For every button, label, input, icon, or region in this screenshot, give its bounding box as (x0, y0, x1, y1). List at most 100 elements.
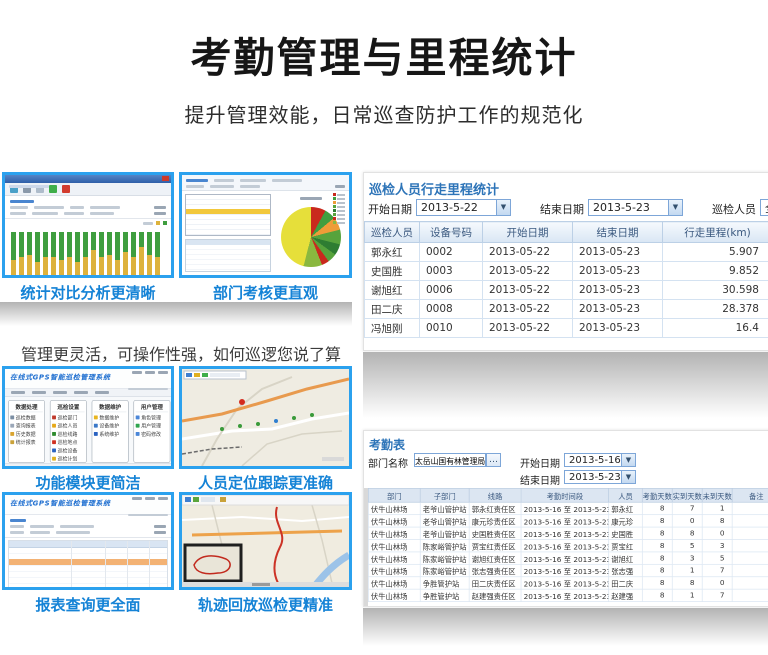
module-item-label: 角色管理 (141, 414, 161, 421)
table-row[interactable]: 谢旭红00062013-05-222013-05-2330.598 (365, 281, 768, 300)
dept-browse-button[interactable]: … (486, 453, 501, 467)
highlighted-row[interactable] (186, 209, 270, 214)
legend-entry (333, 205, 347, 208)
page-subtitle: 提升管理效能，日常巡查防护工作的规范化 (0, 99, 768, 128)
module-item[interactable]: 密码修改 (136, 430, 168, 437)
bar (19, 232, 24, 278)
attendance-table: 部门子部门线路考勤时间段人员考勤天数实到天数未到天数备注 伏牛山林场老爷山管护站… (368, 488, 768, 602)
bar (107, 232, 112, 278)
bar (27, 232, 32, 278)
column-header: 考勤时间段 (521, 488, 609, 502)
module-item-icon (136, 424, 140, 428)
module-item-label: 巡检线路 (58, 430, 78, 437)
chevron-down-icon[interactable]: ▼ (496, 200, 510, 215)
close-icon (162, 176, 169, 181)
module-item-icon (52, 424, 56, 428)
chevron-down-icon[interactable]: ▼ (621, 454, 635, 466)
stacked-bar-chart (11, 229, 165, 278)
table-row[interactable]: 伏牛山林场争胜管护站田二庆责任区2013-5-16 至 2013-5-23田二庆… (368, 577, 768, 589)
table-row[interactable]: 伏牛山林场陈家峪管护站贾宝红责任区2013-5-16 至 2013-5-23贾宝… (368, 540, 768, 552)
module-item[interactable]: 系统维护 (94, 430, 126, 437)
dept-name-input[interactable]: 太岳山国有林管理局 (414, 453, 486, 467)
module-item[interactable]: 设备维护 (94, 422, 126, 429)
module-item-icon (10, 432, 14, 436)
column-header: 未到天数 (702, 488, 732, 502)
module-item[interactable]: 巡检线路 (52, 430, 84, 437)
bar (35, 232, 40, 278)
module-item[interactable]: 巡检人员 (52, 422, 84, 429)
module-item-label: 密码修改 (141, 430, 161, 437)
column-header: 部门 (368, 488, 420, 502)
filter-area (5, 196, 171, 219)
dept-mini-table (185, 239, 271, 272)
caption-stats: 统计对比分析更清晰 (2, 282, 174, 303)
pie-legend (333, 193, 347, 225)
highlighted-row[interactable] (9, 559, 167, 565)
chevron-down-icon[interactable]: ▼ (621, 471, 635, 483)
module-item-label: 巡检设备 (58, 447, 78, 454)
shadow (363, 352, 768, 418)
start-date-label: 开始日期 (520, 455, 560, 470)
module-item-icon (94, 424, 98, 428)
titlebar-links (132, 371, 168, 374)
module-item[interactable]: 巡检地点 (52, 439, 84, 446)
table-row[interactable]: 伏牛山林场陈家峪管护站谢旭红责任区2013-5-16 至 2013-5-23谢旭… (368, 552, 768, 564)
mileage-title: 巡检人员行走里程统计 (369, 179, 499, 198)
module-item-icon (52, 449, 56, 453)
end-date-select[interactable]: 2013-5-23 ▼ (564, 470, 636, 484)
dept-dropdown-list[interactable] (185, 194, 271, 236)
legend-entry (333, 217, 347, 220)
module-item[interactable]: 巡检数据 (10, 414, 42, 421)
module-item[interactable]: 统计报表 (10, 439, 42, 446)
caption-playback: 轨迹回放巡检更精准 (179, 594, 352, 615)
module-item-label: 巡检地点 (58, 439, 78, 446)
toolbar-icon (62, 185, 70, 193)
chevron-down-icon[interactable]: ▼ (668, 200, 682, 215)
module-item[interactable]: 巡检部门 (52, 414, 84, 421)
module-item-label: 统计报表 (16, 439, 36, 446)
module-item[interactable]: 数据维护 (94, 414, 126, 421)
module-item[interactable]: 查询报表 (10, 422, 42, 429)
legend-entry (333, 197, 347, 200)
screenshot-modules: 在线式GPS智能巡检管理系统 数据处理巡检数据查询报表历史数据统计报表巡检设置巡… (2, 366, 174, 469)
legend-entry (333, 201, 347, 204)
module-item-icon (136, 432, 140, 436)
end-date-label: 结束日期 (520, 472, 560, 487)
module-item[interactable]: 巡检计划 (52, 455, 84, 462)
playback-map (182, 495, 349, 587)
end-date-select[interactable]: 2013-5-23 ▼ (588, 199, 683, 216)
table-row[interactable]: 伏牛山林场老爷山管护站郭永红责任区2013-5-16 至 2013-5-23郭永… (368, 502, 768, 514)
module-item-label: 数据维护 (99, 414, 119, 421)
module-item-label: 查询报表 (16, 422, 36, 429)
bar (67, 232, 72, 278)
screenshot-dept-pie (179, 172, 352, 278)
person-select[interactable]: 全部 (760, 199, 768, 216)
module-item-icon (52, 440, 56, 444)
page-title: 考勤管理与里程统计 (0, 24, 768, 84)
module-item[interactable]: 历史数据 (10, 430, 42, 437)
column-header: 行走里程(km) (663, 222, 768, 243)
table-row[interactable]: 伏牛山林场老爷山管护站史国胜责任区2013-5-16 至 2013-5-23史国… (368, 527, 768, 539)
table-row[interactable]: 冯旭刚00102013-05-222013-05-2316.4 (365, 319, 768, 338)
module-item[interactable]: 用户管理 (136, 422, 168, 429)
mileage-table: 巡检人员设备号码开始日期结束日期行走里程(km) 郭永红00022013-05-… (364, 221, 768, 338)
module-item-icon (94, 432, 98, 436)
module-item[interactable]: 巡检设备 (52, 447, 84, 454)
table-row[interactable]: 郭永红00022013-05-222013-05-235.907 (365, 243, 768, 262)
attendance-panel: 考勤表 部门名称 太岳山国有林管理局 … 开始日期 2013-5-16 ▼ 结束… (363, 430, 768, 607)
column-header: 线路 (469, 488, 521, 502)
module-item-icon (52, 457, 56, 461)
module-item-icon (10, 424, 14, 428)
table-row[interactable]: 田二庆00082013-05-222013-05-2328.378 (365, 300, 768, 319)
table-row[interactable]: 伏牛山林场老爷山管护站康元珍责任区2013-5-16 至 2013-5-23康元… (368, 515, 768, 527)
module-item-label: 历史数据 (16, 430, 36, 437)
module-item[interactable]: 角色管理 (136, 414, 168, 421)
start-date-select[interactable]: 2013-5-22 ▼ (416, 199, 511, 216)
column-header: 结束日期 (573, 222, 663, 243)
column-header: 人员 (609, 488, 643, 502)
table-row[interactable]: 史国胜00032013-05-222013-05-239.852 (365, 262, 768, 281)
table-row[interactable]: 伏牛山林场陈家峪管护站张志强责任区2013-5-16 至 2013-5-23张志… (368, 564, 768, 576)
table-row[interactable]: 伏牛山林场争胜管护站赵建强责任区2013-5-16 至 2013-5-23赵建强… (368, 589, 768, 601)
start-date-select[interactable]: 2013-5-16 ▼ (564, 453, 636, 467)
module-header: 用户管理 (136, 402, 168, 412)
